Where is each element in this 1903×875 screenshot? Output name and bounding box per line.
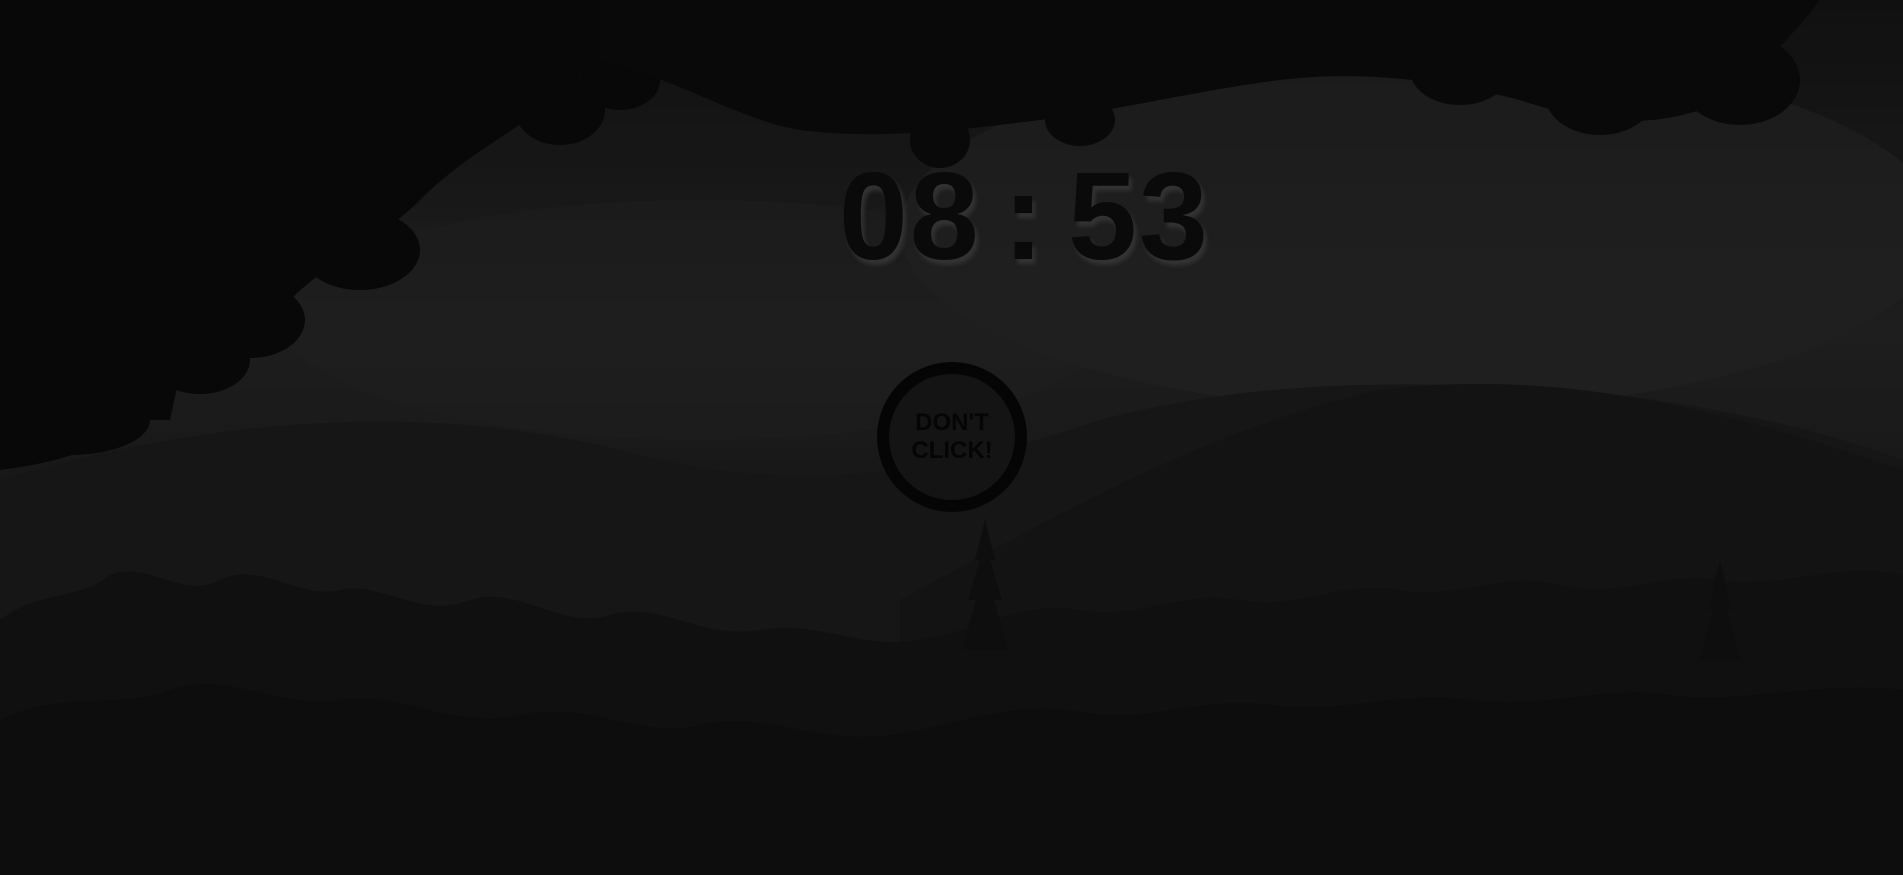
- dont-click-label: DON'T CLICK!: [911, 409, 993, 464]
- timer-seconds: 53: [1068, 148, 1210, 286]
- timer-minutes: 08: [838, 148, 981, 286]
- timer-separator: :: [1002, 148, 1047, 286]
- app-screen: 08:53 DON'T CLICK!: [0, 0, 1903, 875]
- countdown-timer: 08:53: [0, 22, 1903, 412]
- dont-click-button[interactable]: DON'T CLICK!: [877, 362, 1027, 512]
